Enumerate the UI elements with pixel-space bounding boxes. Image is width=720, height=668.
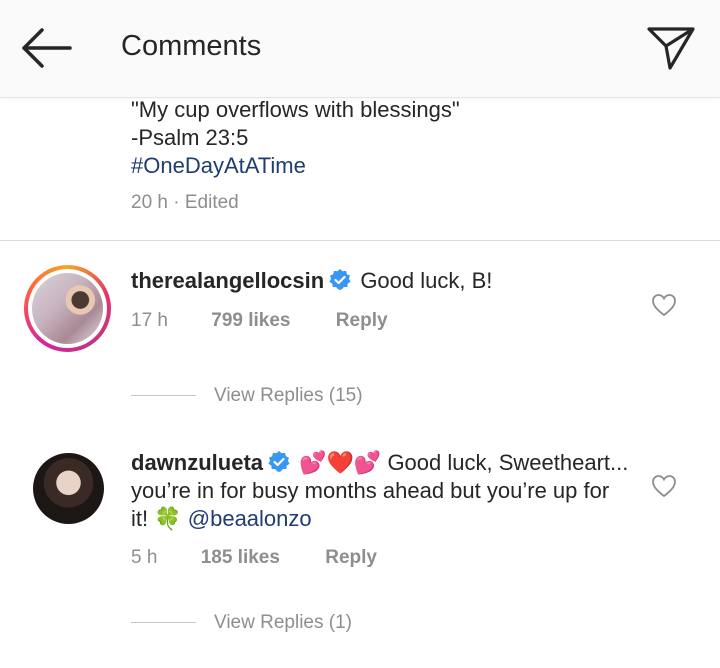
caption-hashtag[interactable]: #OneDayAtATime [131, 153, 306, 178]
verified-badge-icon [329, 269, 351, 290]
heart-icon[interactable] [651, 293, 677, 317]
divider [0, 240, 720, 241]
caption-time: 20 h [131, 192, 168, 213]
reply-button[interactable]: Reply [336, 310, 388, 332]
header-bar: Comments [0, 0, 720, 98]
arrow-left-icon [22, 28, 72, 68]
divider [131, 395, 196, 397]
comment-likes[interactable]: 799 likes [211, 310, 290, 332]
view-replies-button[interactable]: View Replies (1) [131, 612, 352, 634]
comment-text: dawnzulueta 💕❤️💕 Good luck, Sweetheart..… [131, 449, 631, 533]
view-replies-label: View Replies (15) [214, 385, 363, 406]
back-button[interactable] [20, 26, 74, 70]
paper-plane-icon [647, 27, 695, 70]
caption-quote: "My cup overflows with blessings" [131, 97, 460, 122]
comment-text: therealangellocsin Good luck, B! [131, 267, 631, 295]
view-replies-label: View Replies (1) [214, 612, 352, 633]
comment-username[interactable]: dawnzulueta [131, 450, 263, 475]
heart-icon[interactable] [651, 474, 677, 498]
mention-link[interactable]: @beaalonzo [188, 506, 312, 531]
divider [131, 622, 196, 624]
post-caption: "My cup overflows with blessings" -Psalm… [131, 96, 460, 214]
share-button[interactable] [646, 24, 696, 72]
hearts-emoji: 💕❤️💕 [299, 450, 382, 475]
comment-meta: 17 h 799 likes Reply [131, 310, 388, 332]
verified-badge-icon [268, 451, 290, 472]
comment-username[interactable]: therealangellocsin [131, 268, 324, 293]
reply-button[interactable]: Reply [325, 547, 377, 569]
avatar-photo [32, 273, 103, 344]
caption-reference: -Psalm 23:5 [131, 125, 249, 150]
comment-time: 5 h [131, 547, 158, 568]
comment-body: Good luck, B! [360, 268, 493, 293]
avatar[interactable] [24, 265, 111, 352]
caption-separator: · [173, 192, 180, 213]
comment-meta: 5 h 185 likes Reply [131, 547, 377, 569]
page-title: Comments [121, 30, 262, 62]
clover-emoji: 🍀 [154, 506, 182, 531]
comment-time: 17 h [131, 310, 168, 331]
caption-edited: Edited [184, 192, 239, 213]
avatar[interactable] [33, 453, 104, 524]
comment-likes[interactable]: 185 likes [201, 547, 280, 569]
caption-meta: 20 h · Edited [131, 192, 460, 214]
view-replies-button[interactable]: View Replies (15) [131, 385, 363, 407]
